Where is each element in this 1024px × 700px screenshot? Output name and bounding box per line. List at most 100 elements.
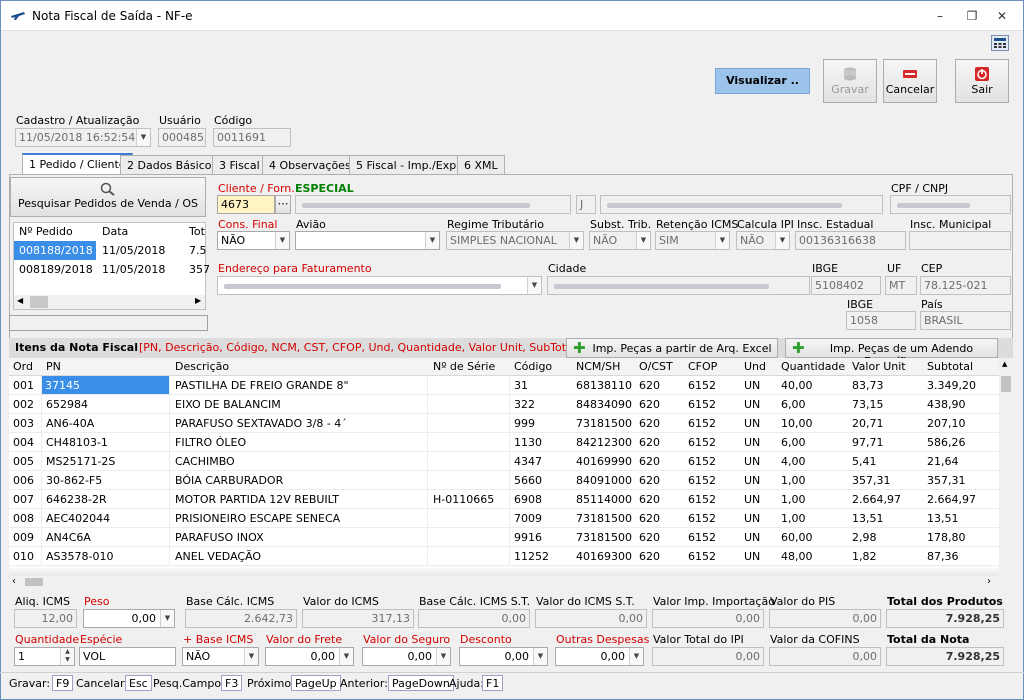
desconto-input[interactable]: 0,00 ▼ <box>459 647 548 666</box>
table-cell[interactable]: 322 <box>514 398 535 411</box>
table-cell[interactable]: 73181500 <box>576 512 632 525</box>
table-cell[interactable]: 20,71 <box>852 417 884 430</box>
tab-fiscal-imp-exp[interactable]: 5 Fiscal - Imp./Exp. <box>349 155 467 174</box>
table-cell[interactable]: 68138110 <box>576 379 632 392</box>
table-cell[interactable]: UN <box>744 531 760 544</box>
imp-adendo-button[interactable]: ✚ Imp. Peças de um Adendo Específico <box>785 338 998 368</box>
table-cell[interactable]: 6152 <box>688 455 716 468</box>
table-cell[interactable]: 5660 <box>514 474 542 487</box>
table-cell[interactable]: 178,80 <box>927 531 966 544</box>
table-cell[interactable]: 84834090 <box>576 398 632 411</box>
table-cell[interactable]: 999 <box>514 417 535 430</box>
table-cell[interactable]: 37145 <box>41 376 169 394</box>
subst-select[interactable]: NÃO ▼ <box>589 231 651 250</box>
table-row[interactable]: 010 AS3578-010 ANEL VEDAÇÃO 11252 40169300 62… <box>9 547 999 566</box>
table-cell[interactable]: UN <box>744 379 760 392</box>
table-cell[interactable]: 84212300 <box>576 436 632 449</box>
scroll-thumb[interactable] <box>25 578 43 586</box>
table-cell[interactable]: PASTILHA DE FREIO GRANDE 8" <box>175 379 349 392</box>
pedido-cell[interactable]: 7.5 <box>189 244 207 257</box>
table-cell[interactable]: 40169300 <box>576 550 632 563</box>
table-cell[interactable]: 6152 <box>688 512 716 525</box>
table-cell[interactable]: 010 <box>13 550 34 563</box>
table-cell[interactable]: 620 <box>639 531 660 544</box>
table-cell[interactable]: 40,00 <box>781 379 813 392</box>
pedido-cell[interactable]: 357 <box>189 263 210 276</box>
table-cell[interactable]: 620 <box>639 550 660 563</box>
table-cell[interactable]: UN <box>744 512 760 525</box>
table-row[interactable]: 008 AEC402044 PRISIONEIRO ESCAPE SENECA 700… <box>9 509 999 528</box>
table-cell[interactable]: 620 <box>639 493 660 506</box>
table-row[interactable]: 001 37145 PASTILHA DE FREIO GRANDE 8" 31 681… <box>9 376 999 395</box>
table-cell[interactable]: H-0110665 <box>433 493 494 506</box>
scroll-up-icon[interactable]: ▲ <box>1002 360 1007 368</box>
tab-dados-basicos[interactable]: 2 Dados Básicos <box>120 155 225 174</box>
table-cell[interactable]: 48,00 <box>781 550 813 563</box>
table-cell[interactable]: 6152 <box>688 493 716 506</box>
table-row[interactable]: 005 MS25171-2S CACHIMBO 4347 40169990 620 6152… <box>9 452 999 471</box>
table-cell[interactable]: 586,26 <box>927 436 966 449</box>
table-cell[interactable]: UN <box>744 436 760 449</box>
table-cell[interactable]: 005 <box>13 455 34 468</box>
endereco-select[interactable]: ▼ <box>217 276 542 295</box>
table-cell[interactable]: AN6-40A <box>46 417 94 430</box>
pedido-cell[interactable]: 11/05/2018 <box>102 244 165 257</box>
base-icms2-select[interactable]: NÃO ▼ <box>182 647 259 666</box>
retencao-select[interactable]: SIM ▼ <box>655 231 730 250</box>
table-row[interactable]: 007 646238-2R MOTOR PARTIDA 12V REBUILT H-0… <box>9 490 999 509</box>
cliente-code-input[interactable]: 4673 <box>217 195 275 214</box>
table-cell[interactable]: 6,00 <box>781 436 806 449</box>
table-cell[interactable]: 207,10 <box>927 417 966 430</box>
table-cell[interactable]: 6152 <box>688 531 716 544</box>
table-cell[interactable]: 31 <box>514 379 528 392</box>
table-cell[interactable]: 6152 <box>688 474 716 487</box>
pedido-cell[interactable]: 11/05/2018 <box>102 263 165 276</box>
table-cell[interactable]: 620 <box>639 436 660 449</box>
table-row[interactable]: 006 30-862-F5 BÓIA CARBURADOR 5660 84091000 6… <box>9 471 999 490</box>
table-row[interactable]: 009 AN4C6A PARAFUSO INOX 9916 73181500 620 615… <box>9 528 999 547</box>
table-cell[interactable]: MOTOR PARTIDA 12V REBUILT <box>175 493 339 506</box>
tab-fiscal[interactable]: 3 Fiscal <box>212 155 267 174</box>
table-cell[interactable]: 1130 <box>514 436 542 449</box>
table-cell[interactable]: UN <box>744 455 760 468</box>
table-cell[interactable]: 73181500 <box>576 417 632 430</box>
aviao-select[interactable]: ▼ <box>295 231 440 250</box>
scroll-thumb[interactable] <box>1001 376 1011 392</box>
table-cell[interactable]: 1,00 <box>781 493 806 506</box>
table-cell[interactable]: 1,82 <box>852 550 877 563</box>
table-cell[interactable]: 6,00 <box>781 398 806 411</box>
scroll-right-icon[interactable]: › <box>987 576 991 587</box>
table-cell[interactable]: 30-862-F5 <box>46 474 102 487</box>
table-cell[interactable]: 2.664,97 <box>927 493 976 506</box>
table-cell[interactable]: PARAFUSO INOX <box>175 531 264 544</box>
scroll-left-icon[interactable]: ◀ <box>17 296 23 305</box>
table-cell[interactable]: MS25171-2S <box>46 455 115 468</box>
table-cell[interactable]: 6152 <box>688 398 716 411</box>
table-cell[interactable]: 620 <box>639 379 660 392</box>
table-row[interactable]: 002 652984 EIXO DE BALANCIM 322 84834090 620 6… <box>9 395 999 414</box>
calculator-icon[interactable] <box>991 35 1009 51</box>
table-cell[interactable]: CACHIMBO <box>175 455 235 468</box>
minimize-icon[interactable]: – <box>933 9 947 23</box>
table-cell[interactable]: AEC402044 <box>46 512 110 525</box>
table-cell[interactable]: 11252 <box>514 550 549 563</box>
table-cell[interactable]: UN <box>744 493 760 506</box>
table-cell[interactable]: 13,51 <box>927 512 959 525</box>
table-cell[interactable]: 4347 <box>514 455 542 468</box>
pedido-cell[interactable]: 008189/2018 <box>19 263 93 276</box>
table-cell[interactable]: EIXO DE BALANCIM <box>175 398 281 411</box>
itens-hscroll[interactable]: ‹ › <box>9 576 999 588</box>
table-cell[interactable]: 620 <box>639 398 660 411</box>
table-cell[interactable]: 3.349,20 <box>927 379 976 392</box>
peso-input[interactable]: 0,00 ▼ <box>83 609 175 628</box>
table-cell[interactable]: 97,71 <box>852 436 884 449</box>
pedido-cell[interactable]: 008188/2018 <box>14 241 96 260</box>
outras-input[interactable]: 0,00 ▼ <box>555 647 644 666</box>
scroll-left-icon[interactable]: ‹ <box>12 576 16 587</box>
table-cell[interactable]: 83,73 <box>852 379 884 392</box>
table-cell[interactable]: UN <box>744 417 760 430</box>
table-cell[interactable]: CH48103-1 <box>46 436 108 449</box>
table-cell[interactable]: 6152 <box>688 417 716 430</box>
table-row[interactable]: 003 AN6-40A PARAFUSO SEXTAVADO 3/8 - 4´ 999… <box>9 414 999 433</box>
gravar-button[interactable]: Gravar <box>823 59 877 103</box>
